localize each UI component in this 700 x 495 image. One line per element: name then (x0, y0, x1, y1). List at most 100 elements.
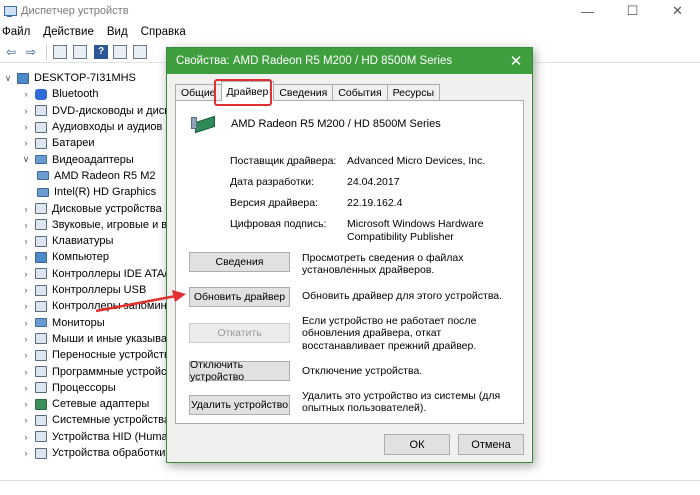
tree-item[interactable]: › Сетевые адаптеры (21, 396, 150, 412)
maximize-button[interactable]: ☐ (610, 0, 655, 22)
tree-item-label: Сетевые адаптеры (52, 398, 150, 411)
tree-root[interactable]: ∨ DESKTOP-7I31MHS (3, 70, 136, 86)
audio-icon (35, 121, 47, 133)
tree-item[interactable]: › Клавиатуры (21, 233, 114, 249)
chevron-right-icon[interactable]: › (21, 383, 31, 393)
status-bar (0, 480, 700, 495)
update-driver-desc: Обновить драйвер для этого устройства. (302, 290, 503, 302)
tree-item[interactable]: › Программные устройств (21, 363, 178, 379)
tree-item[interactable]: › Дисковые устройства (21, 200, 162, 216)
tree-item[interactable]: › Мыши и иные указыва (21, 331, 167, 347)
chevron-right-icon[interactable]: › (21, 367, 31, 377)
tree-item[interactable]: › Процессоры (21, 380, 116, 396)
uninstall-device-button[interactable]: Удалить устройство (189, 395, 290, 415)
back-icon[interactable]: ⇦ (2, 43, 20, 61)
menu-file[interactable]: Файл (2, 26, 30, 38)
tree-item-label: DVD-дисководы и диск (52, 104, 170, 117)
display-icon (37, 187, 49, 197)
chevron-right-icon[interactable]: › (21, 106, 31, 116)
chevron-right-icon[interactable]: › (21, 138, 31, 148)
chevron-down-icon[interactable]: ∨ (21, 154, 31, 165)
cancel-button[interactable]: Отмена (458, 434, 524, 455)
properties-icon[interactable] (51, 43, 69, 61)
menu-action[interactable]: Действие (43, 26, 94, 38)
chevron-right-icon[interactable]: › (21, 122, 31, 132)
chevron-down-icon[interactable]: ∨ (3, 73, 13, 84)
tree-item[interactable]: › Контроллеры IDE ATA/ (21, 266, 168, 282)
scan-hardware-icon[interactable] (131, 43, 149, 61)
chevron-right-icon[interactable]: › (21, 399, 31, 409)
tree-item[interactable]: › Компьютер (21, 249, 109, 265)
chevron-right-icon[interactable]: › (21, 301, 31, 311)
chevron-right-icon[interactable]: › (21, 252, 31, 262)
tree-item-label: Bluetooth (52, 88, 99, 101)
tree-item[interactable]: › DVD-дисководы и диск (21, 103, 170, 119)
chevron-right-icon[interactable]: › (21, 269, 31, 279)
date-value: 24.04.2017 (347, 176, 400, 188)
toolbar-separator (46, 43, 47, 60)
forward-icon[interactable]: ⇨ (22, 43, 40, 61)
chevron-right-icon[interactable]: › (21, 285, 31, 295)
minimize-button[interactable]: — (565, 0, 610, 22)
chevron-right-icon[interactable]: › (21, 318, 31, 328)
tree-item[interactable]: › Аудиовходы и аудиов (21, 119, 163, 135)
details-button[interactable]: Сведения (189, 252, 290, 272)
view-icon[interactable] (71, 43, 89, 61)
tree-item-label: Дисковые устройства (52, 202, 162, 215)
tree-item[interactable]: › Устройства HID (Huma (21, 429, 168, 445)
dialog-close-icon[interactable]: ✕ (506, 51, 526, 71)
update-driver-button[interactable]: Обновить драйвер (189, 287, 290, 307)
battery-icon (35, 137, 47, 149)
tree-item-label: Системные устройства (52, 414, 171, 427)
chevron-right-icon[interactable]: › (21, 448, 31, 458)
chevron-right-icon[interactable]: › (21, 89, 31, 99)
chevron-right-icon[interactable]: › (21, 415, 31, 425)
portable-icon (35, 349, 47, 361)
chevron-right-icon[interactable]: › (21, 334, 31, 344)
date-label: Дата разработки: (230, 176, 315, 188)
ok-button[interactable]: ОК (384, 434, 450, 455)
tree-item[interactable]: ∨ Видеоадаптеры (21, 152, 134, 168)
dialog-titlebar: Свойства: AMD Radeon R5 M200 / HD 8500M … (167, 48, 532, 74)
tree-item[interactable]: › Батареи (21, 135, 95, 151)
tree-item-label: Устройства обработки (52, 447, 166, 460)
tree-item[interactable]: › Устройства обработки (21, 445, 166, 461)
rollback-button[interactable]: Откатить (189, 323, 290, 343)
chevron-right-icon[interactable]: › (21, 204, 31, 214)
system-icon (35, 414, 47, 426)
tab-events[interactable]: События (332, 84, 388, 101)
help-icon[interactable]: ? (94, 44, 108, 59)
tree-item[interactable]: › Контроллеры запомин (21, 298, 167, 314)
chevron-right-icon[interactable]: › (21, 432, 31, 442)
panel-icon[interactable] (111, 43, 129, 61)
imaging-icon (35, 447, 47, 459)
version-label: Версия драйвера: (230, 197, 318, 209)
tree-subitem[interactable]: AMD Radeon R5 M2 (37, 168, 156, 184)
menu-view[interactable]: Вид (107, 26, 128, 38)
disable-device-desc: Отключение устройства. (302, 365, 423, 377)
menu-help[interactable]: Справка (141, 26, 186, 38)
display-adapter-icon (35, 155, 47, 165)
tree-item[interactable]: › Переносные устройств (21, 347, 170, 363)
usb-icon (35, 284, 47, 296)
tree-item-label: Компьютер (52, 251, 109, 264)
tree-item[interactable]: › Системные устройства (21, 412, 171, 428)
tree-item-label: Клавиатуры (52, 235, 114, 248)
disable-device-button[interactable]: Отключить устройство (189, 359, 290, 383)
tree-subitem[interactable]: Intel(R) HD Graphics (37, 184, 156, 200)
tab-details[interactable]: Сведения (273, 84, 334, 101)
tree-item[interactable]: › Контроллеры USB (21, 282, 147, 298)
chevron-right-icon[interactable]: › (21, 236, 31, 246)
tree-item-label: Устройства HID (Huma (52, 430, 168, 443)
chevron-right-icon[interactable]: › (21, 350, 31, 360)
provider-label: Поставщик драйвера: (230, 155, 337, 167)
details-desc: Просмотреть сведения о файлах установлен… (302, 252, 464, 277)
chevron-right-icon[interactable]: › (21, 220, 31, 230)
close-button[interactable]: ✕ (655, 0, 700, 22)
monitor-icon (35, 318, 47, 328)
tab-resources[interactable]: Ресурсы (386, 84, 441, 101)
tree-item[interactable]: › Звуковые, игровые и в (21, 217, 168, 233)
tree-item[interactable]: › Мониторы (21, 315, 105, 331)
tree-item[interactable]: › Bluetooth (21, 86, 99, 102)
tree-item-label: Intel(R) HD Graphics (54, 186, 157, 199)
